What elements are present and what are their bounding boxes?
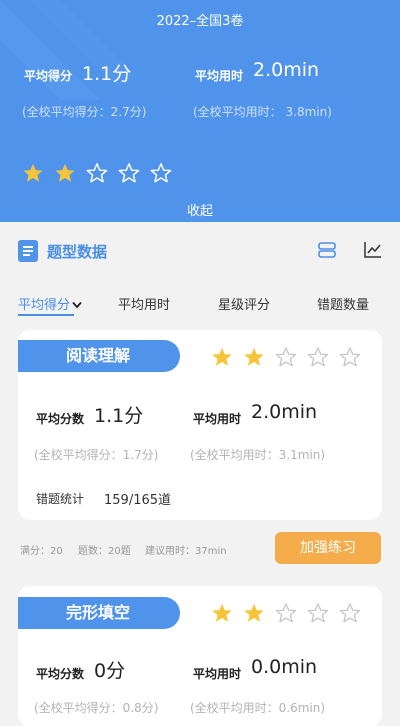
suggested-time: 建议用时：37min xyxy=(145,546,227,557)
avg-time-value: 0.0min xyxy=(251,656,318,678)
avg-score-value: 0分 xyxy=(94,660,126,682)
section-header: 题型数据 xyxy=(0,222,400,274)
content-area: 题型数据 平均得分 平均用时 星级评分 错题数量 阅读理解 平均分数 1.1分 xyxy=(0,222,400,726)
tab-avg-time[interactable]: 平均用时 xyxy=(118,294,170,313)
errors-label: 错题统计 xyxy=(36,492,85,506)
exam-title: 2022–全国3卷 xyxy=(156,14,244,29)
full-score: 满分：20 xyxy=(20,546,63,557)
star-filled-icon xyxy=(244,347,264,366)
avg-score-label: 平均分数 xyxy=(36,412,85,426)
question-count: 题数：20题 xyxy=(78,546,131,557)
tab-star-rating[interactable]: 星级评分 xyxy=(218,294,270,313)
star-filled-icon xyxy=(212,603,232,622)
card-rating-stars xyxy=(211,346,361,368)
question-type-card: 阅读理解 平均分数 1.1分 平均用时 2.0min (全校平均得分：1.7分)… xyxy=(18,330,382,520)
avg-time-label: 平均用时 xyxy=(193,667,242,681)
list-view-icon[interactable] xyxy=(318,242,336,258)
school-avg-time: (全校平均用时：0.6min) xyxy=(190,701,326,715)
school-avg-score: (全校平均得分：0.8分) xyxy=(34,701,159,715)
star-filled-icon xyxy=(23,163,43,182)
tab-label: 星级评分 xyxy=(218,298,271,313)
tab-label: 平均用时 xyxy=(118,298,171,313)
card-title: 阅读理解 xyxy=(18,340,180,372)
section-title: 题型数据 xyxy=(47,243,108,261)
star-empty-icon xyxy=(307,603,329,623)
star-empty-icon xyxy=(118,163,140,183)
avg-score-value: 1.1分 xyxy=(94,405,144,427)
avg-score-label: 平均分数 xyxy=(36,667,85,681)
star-empty-icon xyxy=(339,347,361,367)
line-chart-icon[interactable] xyxy=(364,241,382,258)
star-empty-icon xyxy=(275,603,297,623)
avg-time-label: 平均用时 xyxy=(195,69,244,83)
school-avg-time: (全校平均用时：3.1min) xyxy=(190,448,326,462)
chevron-down-icon xyxy=(72,301,82,309)
star-empty-icon xyxy=(307,347,329,367)
tab-label: 错题数量 xyxy=(317,298,370,313)
star-empty-icon xyxy=(339,603,361,623)
avg-score-label: 平均得分 xyxy=(24,69,73,83)
question-type-card: 完形填空 平均分数 0分 平均用时 0.0min (全校平均得分：0.8分) (… xyxy=(18,586,382,726)
rating-stars xyxy=(22,162,172,184)
document-icon xyxy=(18,240,38,262)
collapse-button[interactable]: 收起 xyxy=(0,200,400,219)
card-title: 完形填空 xyxy=(18,597,180,629)
school-avg-score: (全校平均得分：2.7分) xyxy=(22,105,147,119)
avg-time-label: 平均用时 xyxy=(193,412,242,426)
school-avg-time: (全校平均用时： 3.8min) xyxy=(193,105,332,119)
star-filled-icon xyxy=(212,347,232,366)
avg-time-value: 2.0min xyxy=(251,401,318,423)
tab-label: 平均得分 xyxy=(18,298,71,313)
star-empty-icon xyxy=(86,163,108,183)
errors-value: 159/165道 xyxy=(104,493,172,508)
avg-time-value: 2.0min xyxy=(253,59,320,81)
tab-error-count[interactable]: 错题数量 xyxy=(317,294,369,313)
school-avg-score: (全校平均得分：1.7分) xyxy=(34,448,159,462)
star-filled-icon xyxy=(55,163,75,182)
tab-avg-score[interactable]: 平均得分 xyxy=(18,294,82,313)
star-empty-icon xyxy=(275,347,297,367)
star-empty-icon xyxy=(150,163,172,183)
practice-button[interactable]: 加强练习 xyxy=(275,532,381,564)
star-filled-icon xyxy=(244,603,264,622)
card-rating-stars xyxy=(211,602,361,624)
avg-score-value: 1.1分 xyxy=(82,63,132,85)
active-tab-underline xyxy=(18,314,74,316)
summary-header: 2022–全国3卷 平均得分 1.1分 平均用时 2.0min (全校平均得分：… xyxy=(0,0,400,222)
